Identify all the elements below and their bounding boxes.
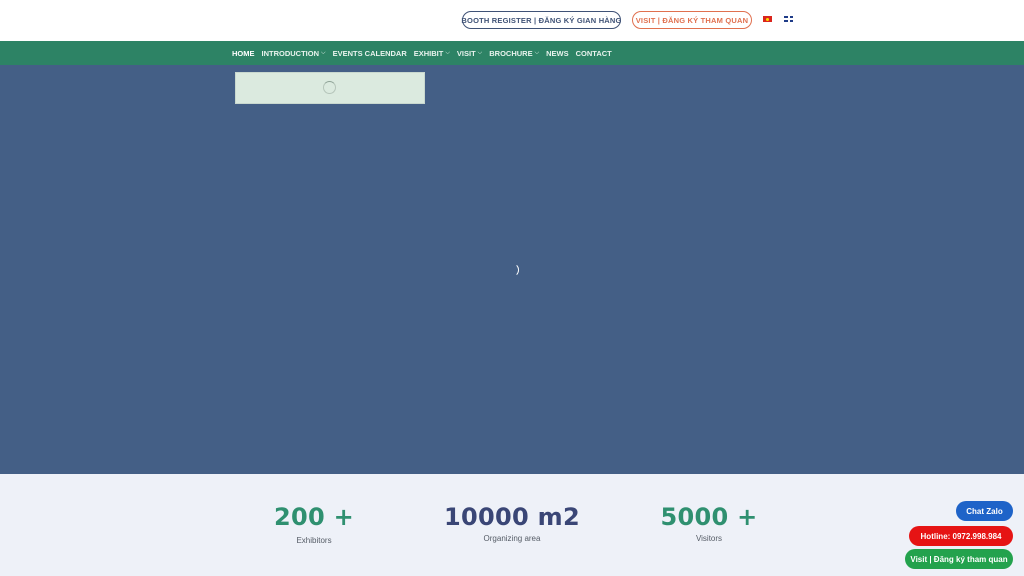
nav-item-label: VISIT bbox=[456, 48, 476, 58]
nav-item-introduction[interactable]: INTRODUCTION ⌵ bbox=[262, 49, 326, 58]
nav-item-label: NEWS bbox=[546, 48, 569, 58]
stat-label: Visitors bbox=[695, 534, 723, 543]
hero-banner bbox=[0, 65, 1024, 474]
stat-value: 5000 + bbox=[660, 503, 758, 531]
stat-value: 200 + bbox=[273, 503, 355, 531]
stat-value: 10000 m2 bbox=[444, 503, 580, 531]
stat-organizing-area: 10000 m2 Organizing area bbox=[422, 502, 602, 543]
visit-register-floating-button[interactable]: Visit | Đăng ký tham quan bbox=[905, 549, 1013, 569]
loading-spinner-icon bbox=[323, 81, 336, 94]
chevron-down-icon: ⌵ bbox=[477, 49, 483, 56]
stat-exhibitors: 200 + Exhibitors bbox=[224, 502, 404, 545]
nav-item-home[interactable]: HOME bbox=[232, 49, 255, 58]
nav-item-label: CONTACT bbox=[575, 48, 612, 58]
nav-item-label: BROCHURE bbox=[489, 48, 533, 58]
top-header: BOOTH REGISTER | ĐĂNG KÝ GIAN HÀNG VISIT… bbox=[0, 0, 1024, 41]
booth-register-button[interactable]: BOOTH REGISTER | ĐĂNG KÝ GIAN HÀNG bbox=[461, 11, 621, 29]
nav-item-events-calendar[interactable]: EVENTS CALENDAR bbox=[333, 49, 407, 58]
nav-item-exhibit[interactable]: EXHIBIT ⌵ bbox=[414, 49, 450, 58]
main-navigation: HOME INTRODUCTION ⌵ EVENTS CALENDAR EXHI… bbox=[0, 41, 1024, 65]
loading-placeholder bbox=[235, 72, 425, 104]
hotline-button[interactable]: Hotline: 0972.998.984 bbox=[909, 526, 1013, 546]
nav-item-visit[interactable]: VISIT ⌵ bbox=[457, 49, 482, 58]
nav-item-label: INTRODUCTION bbox=[261, 48, 320, 58]
nav-item-label: EXHIBIT bbox=[413, 48, 444, 58]
chat-zalo-button[interactable]: Chat Zalo bbox=[956, 501, 1013, 521]
stats-section: 200 + Exhibitors 10000 m2 Organizing are… bbox=[0, 474, 1024, 576]
nav-item-label: HOME bbox=[232, 48, 255, 58]
stat-label: Organizing area bbox=[483, 534, 541, 543]
chevron-down-icon: ⌵ bbox=[534, 49, 540, 56]
chevron-down-icon: ⌵ bbox=[321, 49, 326, 56]
uk-flag-icon[interactable] bbox=[784, 16, 793, 22]
nav-item-contact[interactable]: CONTACT bbox=[576, 49, 612, 58]
stat-label: Exhibitors bbox=[296, 536, 332, 545]
visit-register-button[interactable]: VISIT | ĐĂNG KÝ THAM QUAN bbox=[632, 11, 752, 29]
chevron-down-icon: ⌵ bbox=[445, 49, 450, 56]
stat-visitors: 5000 + Visitors bbox=[619, 502, 799, 543]
nav-item-brochure[interactable]: BROCHURE ⌵ bbox=[489, 49, 539, 58]
vietnam-flag-icon[interactable] bbox=[763, 16, 772, 22]
loading-spinner-icon bbox=[505, 263, 519, 277]
nav-list: HOME INTRODUCTION ⌵ EVENTS CALENDAR EXHI… bbox=[232, 41, 619, 65]
nav-item-news[interactable]: NEWS bbox=[546, 49, 569, 58]
nav-item-label: EVENTS CALENDAR bbox=[332, 48, 407, 58]
